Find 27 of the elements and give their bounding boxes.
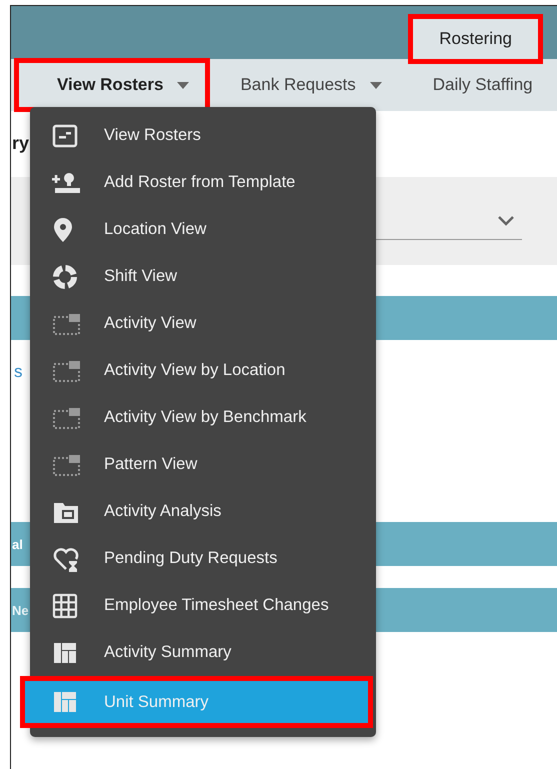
page-heading: ry xyxy=(12,133,30,154)
chevron-down-icon xyxy=(498,216,514,226)
nav-tab[interactable]: Daily Staffing xyxy=(410,63,549,107)
menu-item[interactable]: Activity View by Location xyxy=(30,347,376,394)
menu-item[interactable]: Pending Duty Requests xyxy=(30,535,376,582)
menu-item[interactable]: Employee Timesheet Changes xyxy=(30,582,376,629)
menu-item[interactable]: Activity Summary xyxy=(30,629,376,676)
layout-icon xyxy=(52,690,78,714)
top-tab[interactable]: Rostering xyxy=(413,19,538,59)
pin-icon xyxy=(52,216,74,242)
section-title: Ne xyxy=(12,602,29,618)
nav-tab[interactable]: Bank Requests xyxy=(218,63,398,107)
layout-icon xyxy=(52,640,78,664)
ring-icon xyxy=(52,264,78,290)
section-title: al xyxy=(12,536,23,552)
menu-item[interactable]: Activity View by Benchmark xyxy=(30,394,376,441)
menu-item[interactable]: Activity Analysis xyxy=(30,488,376,535)
card-icon xyxy=(52,122,78,148)
menu-item[interactable]: Shift View xyxy=(30,253,376,300)
grid-icon xyxy=(52,592,78,618)
menu-item[interactable]: Location View xyxy=(30,206,376,253)
menu-item[interactable]: Pattern View xyxy=(30,441,376,488)
link[interactable]: s xyxy=(14,362,22,382)
menu-item[interactable]: View Rosters xyxy=(30,112,376,159)
menu-item[interactable]: Activity View xyxy=(30,300,376,347)
menu-item[interactable]: Add Roster from Template xyxy=(30,159,376,206)
nav-tab[interactable]: View Rosters xyxy=(19,63,206,107)
